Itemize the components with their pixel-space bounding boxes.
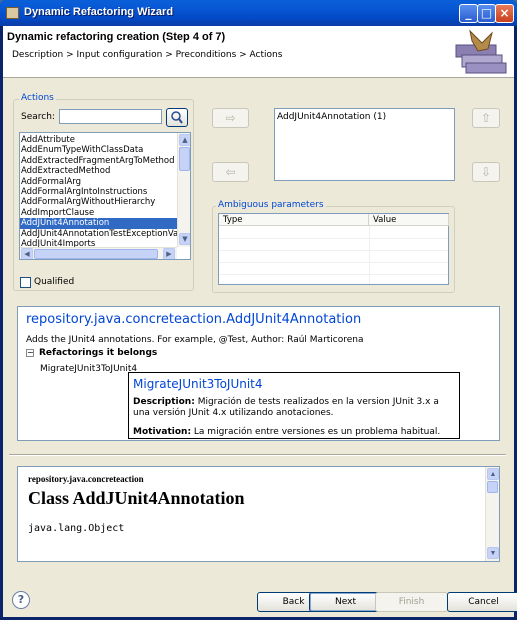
column-header-value[interactable]: Value — [369, 214, 449, 226]
list-item[interactable]: AddAttribute — [20, 135, 177, 145]
search-button[interactable] — [166, 108, 188, 127]
list-item[interactable]: AddEnumTypeWithClassData — [20, 145, 177, 155]
app-icon — [6, 7, 19, 19]
actions-horizontal-scrollbar[interactable]: ◀ ▶ — [20, 247, 177, 259]
minimize-button[interactable]: _ — [459, 4, 478, 23]
scroll-thumb[interactable] — [179, 147, 190, 171]
next-button[interactable]: Next — [309, 592, 382, 612]
list-item[interactable]: AddJUnit4AnnotationTestExceptionValue — [20, 229, 190, 239]
tooltip-motivation: Motivation: La migración entre versiones… — [133, 427, 440, 437]
title-bar: Dynamic Refactoring Wizard _ □ × — [0, 0, 517, 26]
arrow-right-icon: ⇨ — [225, 111, 236, 125]
tooltip-description-label: Description: — [133, 397, 195, 407]
search-input[interactable] — [59, 109, 162, 124]
collapse-toggle-icon[interactable]: − — [26, 349, 34, 357]
move-down-button[interactable]: ⇩ — [472, 162, 500, 182]
arrow-down-icon: ⇩ — [480, 165, 492, 179]
wizard-header: Dynamic refactoring creation (Step 4 of … — [3, 26, 514, 78]
maximize-button[interactable]: □ — [477, 4, 496, 23]
wizard-window: Dynamic Refactoring Wizard _ □ × Dynamic… — [0, 0, 517, 620]
add-action-button[interactable]: ⇨ — [212, 108, 249, 128]
scroll-down-icon[interactable]: ▼ — [179, 233, 190, 245]
scroll-left-icon[interactable]: ◀ — [21, 248, 33, 259]
close-button[interactable]: × — [495, 4, 514, 23]
window-title: Dynamic Refactoring Wizard — [24, 6, 174, 18]
javadoc-scroll-up-icon[interactable]: ▲ — [487, 468, 499, 480]
javadoc-class-title: Class AddJUnit4Annotation — [28, 488, 245, 508]
list-item[interactable]: AddFormalArg — [20, 177, 177, 187]
tooltip-description: Description: Migración de tests realizad… — [133, 397, 453, 419]
list-item[interactable]: AddFormalArgWithoutHierarchy — [20, 197, 177, 207]
javadoc-package: repository.java.concreteaction — [28, 474, 144, 484]
refactoring-item[interactable]: MigrateJUnit3ToJUnit4 — [40, 364, 137, 374]
qualified-label: Qualified — [34, 277, 75, 287]
javadoc-hierarchy: java.lang.Object — [28, 523, 125, 534]
search-icon — [171, 111, 183, 124]
page-title: Dynamic refactoring creation (Step 4 of … — [7, 31, 226, 43]
actions-list[interactable]: AddAttribute AddEnumTypeWithClassData AddE… — [19, 132, 191, 260]
scroll-right-icon[interactable]: ▶ — [163, 248, 175, 259]
javadoc-panel: repository.java.concreteaction Class Add… — [17, 466, 500, 562]
finish-button[interactable]: Finish — [375, 592, 448, 612]
ambiguous-params-table[interactable]: Type Value — [218, 213, 449, 285]
list-item[interactable]: AddFormalArgIntoInstructions — [20, 187, 177, 197]
tooltip-title: MigrateJUnit3ToJUnit4 — [133, 377, 263, 391]
list-item[interactable]: AddImportClause — [20, 208, 177, 218]
javadoc-scroll-thumb[interactable] — [487, 481, 498, 493]
arrow-up-icon: ⇧ — [480, 111, 492, 125]
arrow-left-icon: ⇦ — [225, 165, 236, 179]
actions-legend: Actions — [19, 93, 56, 103]
separator — [9, 454, 506, 456]
help-icon[interactable]: ? — [12, 591, 30, 609]
list-item[interactable]: AddExtractedFragmentArgToMethod — [20, 156, 177, 166]
ambiguous-legend: Ambiguous parameters — [216, 200, 326, 210]
horizontal-scroll-thumb[interactable] — [34, 249, 158, 259]
list-item[interactable]: AddExtractedMethod — [20, 166, 177, 176]
javadoc-scrollbar[interactable]: ▲ ▼ — [485, 467, 499, 561]
scroll-up-icon[interactable]: ▲ — [179, 134, 190, 146]
action-description: Adds the JUnit4 annotations. For example… — [26, 335, 364, 345]
search-label: Search: — [21, 112, 55, 122]
column-header-type[interactable]: Type — [219, 214, 369, 226]
wizard-banner-icon — [452, 27, 512, 77]
action-qualified-name: repository.java.concreteaction.AddJUnit4… — [26, 312, 362, 327]
selected-list-item[interactable]: AddJUnit4Annotation (1) — [277, 112, 452, 122]
javadoc-scroll-down-icon[interactable]: ▼ — [487, 547, 499, 559]
selected-actions-list[interactable]: AddJUnit4Annotation (1) — [274, 108, 455, 181]
wizard-body: Dynamic refactoring creation (Step 4 of … — [3, 26, 517, 617]
remove-action-button[interactable]: ⇦ — [212, 162, 249, 182]
qualified-checkbox[interactable] — [20, 277, 31, 288]
section-title: Refactorings it belongs — [39, 348, 158, 358]
breadcrumb: Description > Input configuration > Prec… — [12, 50, 283, 60]
tooltip-motivation-text: La migración entre versiones es un probl… — [193, 427, 441, 437]
move-up-button[interactable]: ⇧ — [472, 108, 500, 128]
list-item[interactable]: AddJUnit4Annotation — [20, 218, 177, 229]
refactoring-tooltip: MigrateJUnit3ToJUnit4 Description: Migra… — [128, 372, 460, 439]
actions-vertical-scrollbar[interactable]: ▲ ▼ — [177, 133, 190, 247]
cancel-button[interactable]: Cancel — [447, 592, 517, 612]
tooltip-motivation-label: Motivation: — [133, 427, 192, 437]
